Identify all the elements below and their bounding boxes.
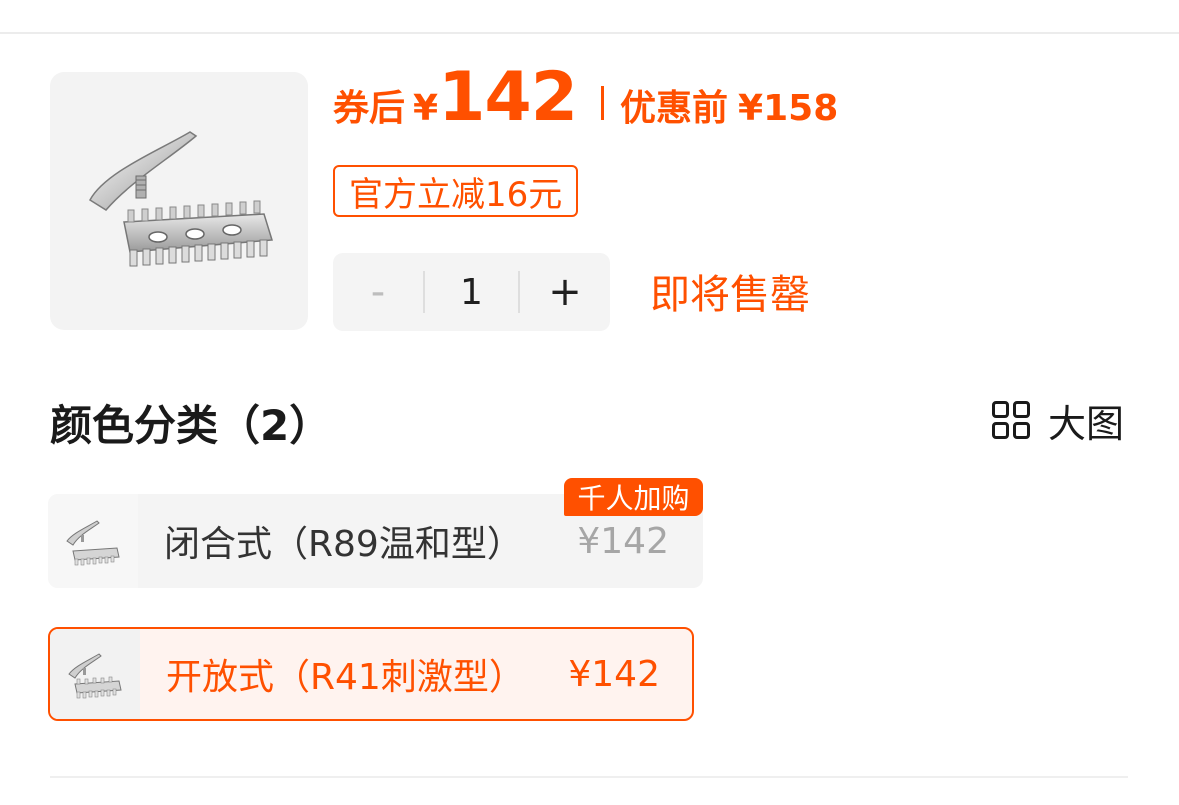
- bottom-divider: [50, 776, 1128, 778]
- stock-status: 即将售罄: [650, 272, 810, 318]
- price-after-coupon: 142: [438, 58, 578, 137]
- price-before-discount-label: 优惠前: [620, 88, 729, 129]
- sku-thumbnail: [50, 629, 140, 719]
- sku-option-selected[interactable]: 开放式（R41刺激型） ¥142: [48, 627, 694, 721]
- grid-view-icon: [990, 399, 1032, 441]
- currency-symbol: ¥: [413, 88, 439, 129]
- sku-section-title: 颜色分类（2）: [50, 401, 332, 450]
- sku-price: ¥142: [577, 520, 669, 562]
- sku-name: 开放式（R41刺激型）: [166, 657, 525, 698]
- sku-price: ¥142: [568, 653, 660, 695]
- sku-thumbnail: [48, 494, 138, 588]
- sku-name: 闭合式（R89温和型）: [164, 524, 523, 565]
- big-view-label: 大图: [1048, 401, 1125, 446]
- quantity-value[interactable]: 1: [423, 271, 520, 313]
- coupon-tag: 官方立减16元: [333, 165, 579, 217]
- increase-button[interactable]: +: [520, 253, 610, 331]
- razor-head-illustration: [89, 131, 273, 267]
- price-before-discount: ¥158: [738, 88, 839, 129]
- quantity-stepper: - 1 +: [333, 253, 610, 331]
- decrease-button[interactable]: -: [333, 253, 423, 331]
- price-row: 券后 ¥ 142 优惠前 ¥158: [333, 58, 838, 138]
- big-view-toggle[interactable]: 大图: [990, 398, 1124, 446]
- price-separator: [601, 86, 605, 120]
- top-divider: [0, 32, 1179, 34]
- hot-badge: 千人加购: [564, 478, 703, 516]
- price-after-coupon-label: 券后: [333, 88, 406, 129]
- product-image[interactable]: [50, 72, 308, 330]
